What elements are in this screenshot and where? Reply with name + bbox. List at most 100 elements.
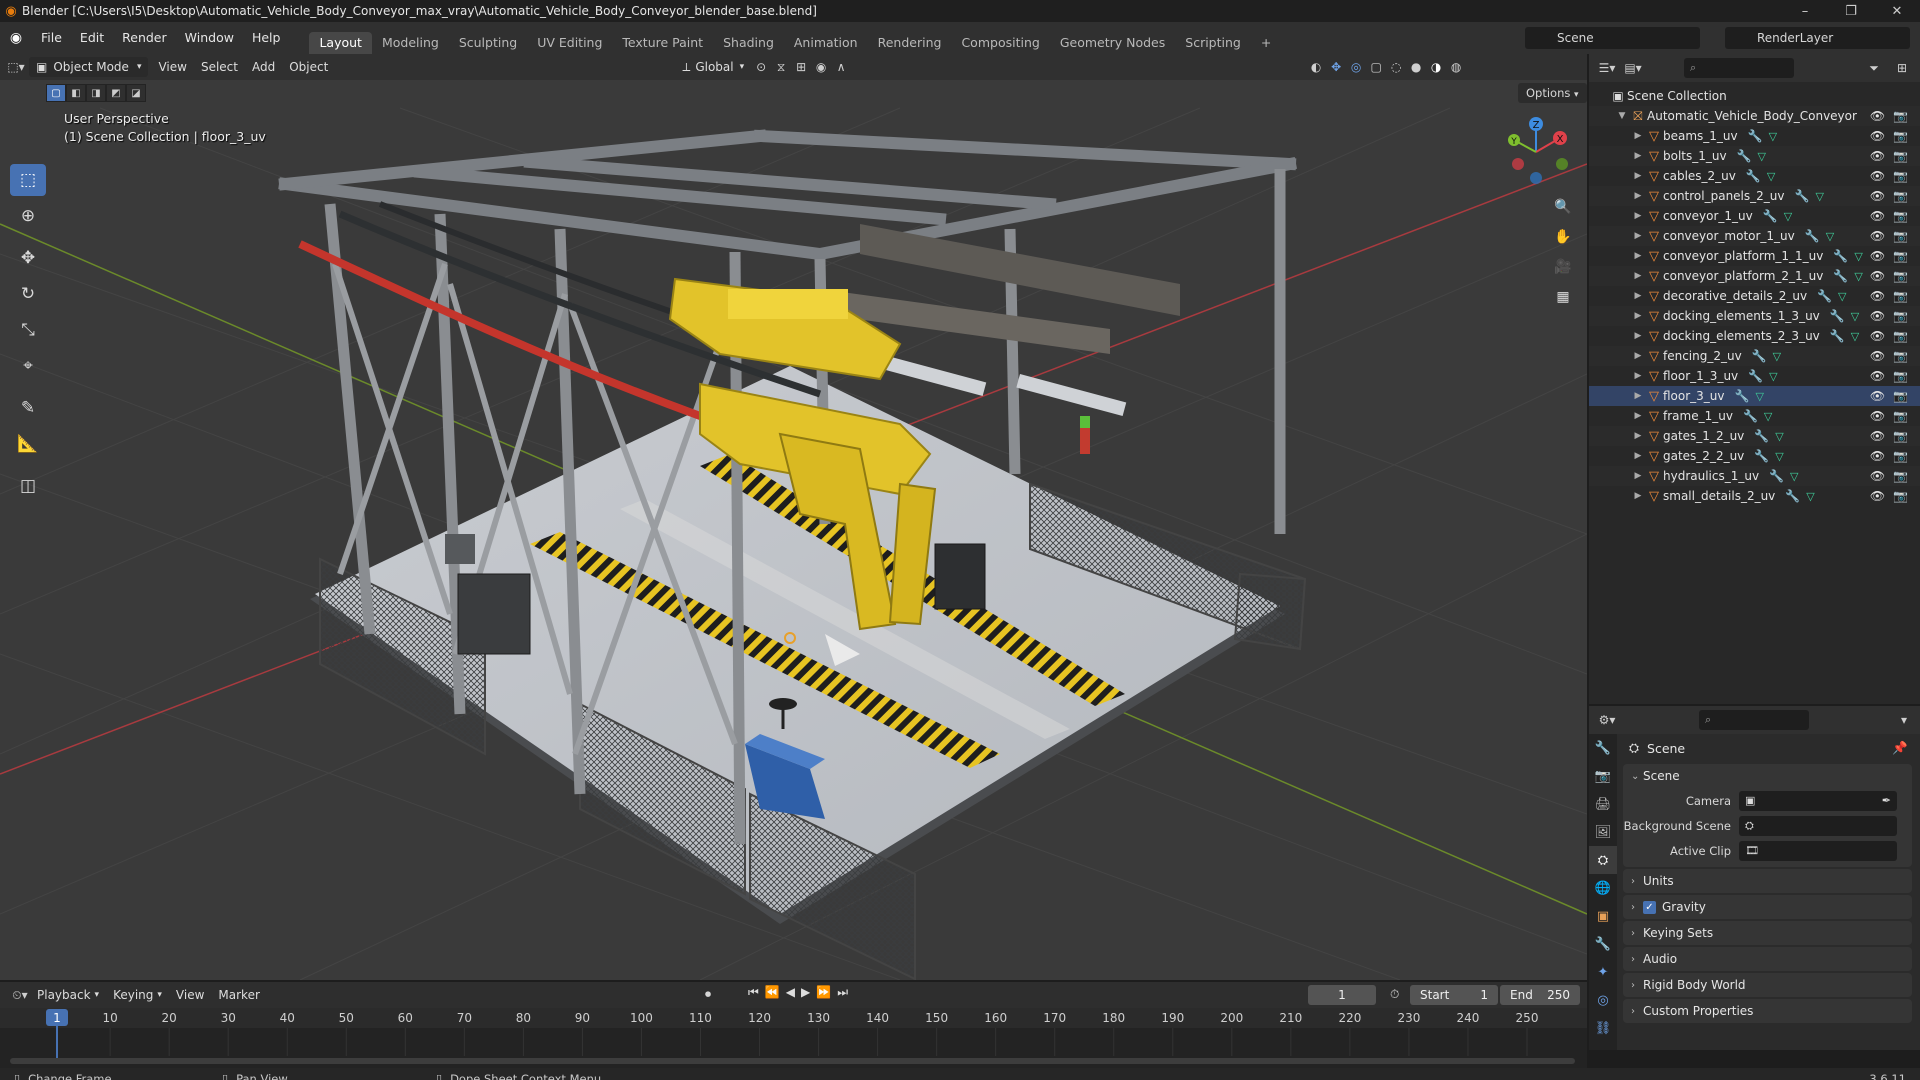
eye-icon[interactable]: 👁 xyxy=(1870,289,1885,303)
zoom-icon[interactable]: 🔍 xyxy=(1550,194,1576,220)
mesh-data-icon[interactable]: ▽ xyxy=(1775,430,1783,443)
modifier-icon[interactable]: 🔧 xyxy=(1817,289,1832,303)
camera-icon[interactable]: 📷 xyxy=(1893,429,1908,443)
blender-menu-icon[interactable]: ◉ xyxy=(0,30,32,46)
pin-icon[interactable]: 📌 xyxy=(1892,740,1908,756)
camera-icon[interactable]: 📷 xyxy=(1893,189,1908,203)
eye-icon[interactable]: 👁 xyxy=(1870,129,1885,143)
camera-icon[interactable]: 📷 xyxy=(1893,389,1908,403)
menu-help[interactable]: Help xyxy=(243,22,290,54)
start-frame-field[interactable]: Start 1 xyxy=(1410,985,1498,1005)
outliner-item-control-panels-2-uv[interactable]: ▶ ▽ control_panels_2_uv 🔧 ▽ 👁 📷 xyxy=(1589,186,1920,206)
annotate-tool[interactable]: ✎ xyxy=(10,392,46,424)
editor-type-icon[interactable]: ⬚▾ xyxy=(6,57,26,77)
eye-icon[interactable]: 👁 xyxy=(1870,409,1885,423)
select-invert-icon[interactable]: ◩ xyxy=(106,84,126,102)
camera-icon[interactable]: 📷 xyxy=(1893,289,1908,303)
particles-tab-icon[interactable]: ✦ xyxy=(1589,958,1617,986)
camera-icon[interactable]: 📷 xyxy=(1893,209,1908,223)
measure-tool[interactable]: 📐 xyxy=(10,428,46,460)
mesh-data-icon[interactable]: ▽ xyxy=(1854,270,1862,283)
scale-tool[interactable]: ⤡ xyxy=(10,314,46,346)
material-shading-icon[interactable]: ◑ xyxy=(1426,57,1446,77)
chevron-down-icon[interactable]: ▼ xyxy=(1615,111,1629,121)
end-frame-field[interactable]: End 250 xyxy=(1500,985,1580,1005)
chevron-right-icon[interactable]: ▶ xyxy=(1631,311,1645,321)
snap-icon[interactable]: ⧖ xyxy=(771,57,791,77)
chevron-right-icon[interactable]: ▶ xyxy=(1631,411,1645,421)
mesh-data-icon[interactable]: ▽ xyxy=(1851,330,1859,343)
timeline-scrollbar[interactable] xyxy=(10,1058,1575,1064)
outliner-item-frame-1-uv[interactable]: ▶ ▽ frame_1_uv 🔧 ▽ 👁 📷 xyxy=(1589,406,1920,426)
chevron-right-icon[interactable]: ▶ xyxy=(1631,331,1645,341)
mesh-data-icon[interactable]: ▽ xyxy=(1826,230,1834,243)
options-dropdown[interactable]: Options ▾ xyxy=(1518,83,1587,103)
visibility-icon[interactable]: ◐ xyxy=(1306,57,1326,77)
scene-panel-header[interactable]: ⌄ Scene xyxy=(1623,764,1912,788)
view-layer-tab-icon[interactable]: 🖼 xyxy=(1589,818,1617,846)
outliner-item-gates-1-2-uv[interactable]: ▶ ▽ gates_1_2_uv 🔧 ▽ 👁 📷 xyxy=(1589,426,1920,446)
outliner-item-conveyor-motor-1-uv[interactable]: ▶ ▽ conveyor_motor_1_uv 🔧 ▽ 👁 📷 xyxy=(1589,226,1920,246)
chevron-right-icon[interactable]: ▶ xyxy=(1631,431,1645,441)
timeline-ruler[interactable]: 1102030405060708090100110120130140150160… xyxy=(0,1008,1587,1066)
mesh-data-icon[interactable]: ▽ xyxy=(1815,190,1823,203)
camera-icon[interactable]: 📷 xyxy=(1893,109,1908,123)
eye-icon[interactable]: 👁 xyxy=(1870,149,1885,163)
outliner-item-cables-2-uv[interactable]: ▶ ▽ cables_2_uv 🔧 ▽ 👁 📷 xyxy=(1589,166,1920,186)
camera-icon[interactable]: 📷 xyxy=(1893,169,1908,183)
modifier-icon[interactable]: 🔧 xyxy=(1737,149,1752,163)
outliner-item-fencing-2-uv[interactable]: ▶ ▽ fencing_2_uv 🔧 ▽ 👁 📷 xyxy=(1589,346,1920,366)
outliner-item-conveyor-platform-2-1-uv[interactable]: ▶ ▽ conveyor_platform_2_1_uv 🔧 ▽ 👁 📷 xyxy=(1589,266,1920,286)
eye-icon[interactable]: 👁 xyxy=(1870,429,1885,443)
next-keyframe-icon[interactable]: ⏩ xyxy=(816,985,831,1000)
record-icon[interactable]: ⏺ xyxy=(705,987,711,1002)
camera-icon[interactable]: 📷 xyxy=(1893,269,1908,283)
pivot-point-icon[interactable]: ⊙ xyxy=(751,57,771,77)
chevron-right-icon[interactable]: ▶ xyxy=(1631,351,1645,361)
modifier-icon[interactable]: 🔧 xyxy=(1833,269,1848,283)
modifier-icon[interactable]: 🔧 xyxy=(1785,489,1800,503)
menu-marker[interactable]: Marker xyxy=(211,985,266,1005)
filter-icon[interactable]: ⏷ xyxy=(1864,58,1884,78)
ortho-grid-icon[interactable]: ▦ xyxy=(1550,284,1576,310)
properties-search-input[interactable]: ⌕ xyxy=(1699,710,1809,730)
modifier-icon[interactable]: 🔧 xyxy=(1763,209,1778,223)
menu-add[interactable]: Add xyxy=(245,57,282,77)
mesh-data-icon[interactable]: ▽ xyxy=(1854,250,1862,263)
chevron-right-icon[interactable]: ▶ xyxy=(1631,391,1645,401)
tab-rendering[interactable]: Rendering xyxy=(868,32,952,54)
chevron-right-icon[interactable]: ▶ xyxy=(1631,251,1645,261)
chevron-right-icon[interactable]: ▶ xyxy=(1631,371,1645,381)
tab-uv-editing[interactable]: UV Editing xyxy=(527,32,612,54)
camera-field[interactable]: ▣ ✒ xyxy=(1739,790,1897,811)
menu-window[interactable]: Window xyxy=(176,22,243,54)
outliner-item-floor-1-3-uv[interactable]: ▶ ▽ floor_1_3_uv 🔧 ▽ 👁 📷 xyxy=(1589,366,1920,386)
camera-icon[interactable]: 📷 xyxy=(1893,149,1908,163)
chevron-right-icon[interactable]: ▶ xyxy=(1631,171,1645,181)
constraints-tab-icon[interactable]: ⛓ xyxy=(1589,1014,1617,1042)
modifier-icon[interactable]: 🔧 xyxy=(1754,429,1769,443)
falloff-icon[interactable]: ∧ xyxy=(831,57,851,77)
scene-collection-row[interactable]: ▣ Scene Collection xyxy=(1589,86,1920,106)
tab-shading[interactable]: Shading xyxy=(713,32,784,54)
modifier-icon[interactable]: 🔧 xyxy=(1748,129,1763,143)
camera-icon[interactable]: 📷 xyxy=(1893,409,1908,423)
current-frame-field[interactable]: 1 xyxy=(1308,985,1376,1005)
outliner-item-decorative-details-2-uv[interactable]: ▶ ▽ decorative_details_2_uv 🔧 ▽ 👁 📷 xyxy=(1589,286,1920,306)
camera-view-icon[interactable]: 🎥 xyxy=(1550,254,1576,280)
mesh-data-icon[interactable]: ▽ xyxy=(1838,290,1846,303)
eye-icon[interactable]: 👁 xyxy=(1870,389,1885,403)
modifier-icon[interactable]: 🔧 xyxy=(1830,309,1845,323)
collection-row[interactable]: ▼ ⛝ Automatic_Vehicle_Body_Conveyor 👁 📷 xyxy=(1589,106,1920,126)
prev-keyframe-icon[interactable]: ⏪ xyxy=(765,985,780,1000)
viewport-scene[interactable] xyxy=(0,54,1587,980)
modifier-icon[interactable]: 🔧 xyxy=(1748,369,1763,383)
custom-properties-panel-header[interactable]: › Custom Properties xyxy=(1623,999,1912,1023)
mesh-data-icon[interactable]: ▽ xyxy=(1755,390,1763,403)
mesh-data-icon[interactable]: ▽ xyxy=(1790,470,1798,483)
keying-sets-panel[interactable]: › Keying Sets xyxy=(1623,921,1912,945)
keying-sets-panel-header[interactable]: › Keying Sets xyxy=(1623,921,1912,945)
eye-icon[interactable]: 👁 xyxy=(1870,449,1885,463)
output-tab-icon[interactable]: 🖨 xyxy=(1589,790,1617,818)
eye-icon[interactable]: 👁 xyxy=(1870,269,1885,283)
